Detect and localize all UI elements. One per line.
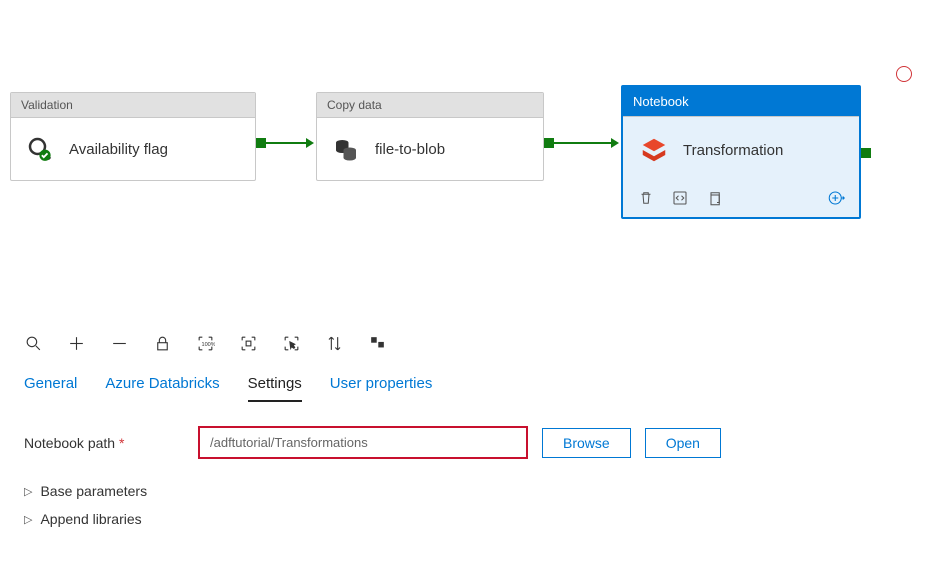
database-copy-icon xyxy=(331,134,361,164)
validation-indicator-icon xyxy=(896,66,912,82)
chevron-right-icon: ▷ xyxy=(24,485,32,498)
activity-name: Transformation xyxy=(683,142,783,159)
notebook-path-label: Notebook path * xyxy=(24,435,184,451)
tab-azure-databricks[interactable]: Azure Databricks xyxy=(105,369,219,402)
connector-handle[interactable] xyxy=(256,138,266,148)
expander-label: Base parameters xyxy=(40,483,147,499)
search-check-icon xyxy=(25,134,55,164)
reorder-icon[interactable] xyxy=(325,334,344,353)
arrow-head-icon xyxy=(306,138,314,148)
arrow-head-icon xyxy=(611,138,619,148)
notebook-path-input[interactable] xyxy=(198,426,528,459)
activity-type-label: Copy data xyxy=(317,93,543,118)
activity-type-label: Notebook xyxy=(623,87,859,117)
fit-screen-icon[interactable] xyxy=(239,334,258,353)
connector-handle[interactable] xyxy=(544,138,554,148)
base-parameters-expander[interactable]: ▷ Base parameters xyxy=(24,477,911,505)
tab-user-properties[interactable]: User properties xyxy=(330,369,433,402)
open-button[interactable]: Open xyxy=(645,428,721,458)
databricks-icon xyxy=(639,135,669,165)
activity-type-label: Validation xyxy=(11,93,255,118)
activity-name: file-to-blob xyxy=(375,141,445,158)
connector-handle[interactable] xyxy=(861,148,871,158)
zoom-reset-icon[interactable]: 100% xyxy=(196,334,215,353)
pipeline-canvas[interactable]: Validation Availability flag Copy data f… xyxy=(0,0,935,320)
remove-icon[interactable] xyxy=(110,334,129,353)
activity-validation[interactable]: Validation Availability flag xyxy=(10,92,256,181)
svg-text:100%: 100% xyxy=(202,342,215,348)
copy-icon[interactable] xyxy=(705,189,723,207)
activity-name: Availability flag xyxy=(69,141,168,158)
select-icon[interactable] xyxy=(282,334,301,353)
tab-general[interactable]: General xyxy=(24,369,77,402)
search-icon[interactable] xyxy=(24,334,43,353)
lock-icon[interactable] xyxy=(153,334,172,353)
tab-settings[interactable]: Settings xyxy=(248,369,302,402)
chevron-right-icon: ▷ xyxy=(24,513,32,526)
activity-notebook[interactable]: Notebook Transformation xyxy=(621,85,861,219)
delete-icon[interactable] xyxy=(637,189,655,207)
expander-label: Append libraries xyxy=(40,511,141,527)
append-libraries-expander[interactable]: ▷ Append libraries xyxy=(24,505,911,533)
add-icon[interactable] xyxy=(67,334,86,353)
add-output-icon[interactable] xyxy=(827,189,845,207)
properties-tabs: General Azure Databricks Settings User p… xyxy=(0,359,935,402)
settings-pane: Notebook path * Browse Open ▷ Base param… xyxy=(0,402,935,557)
browse-button[interactable]: Browse xyxy=(542,428,631,458)
canvas-toolbar: 100% xyxy=(0,320,935,359)
pipeline-arrow xyxy=(554,142,613,144)
code-icon[interactable] xyxy=(671,189,689,207)
activity-copy-data[interactable]: Copy data file-to-blob xyxy=(316,92,544,181)
layout-icon[interactable] xyxy=(368,334,387,353)
pipeline-arrow xyxy=(266,142,308,144)
